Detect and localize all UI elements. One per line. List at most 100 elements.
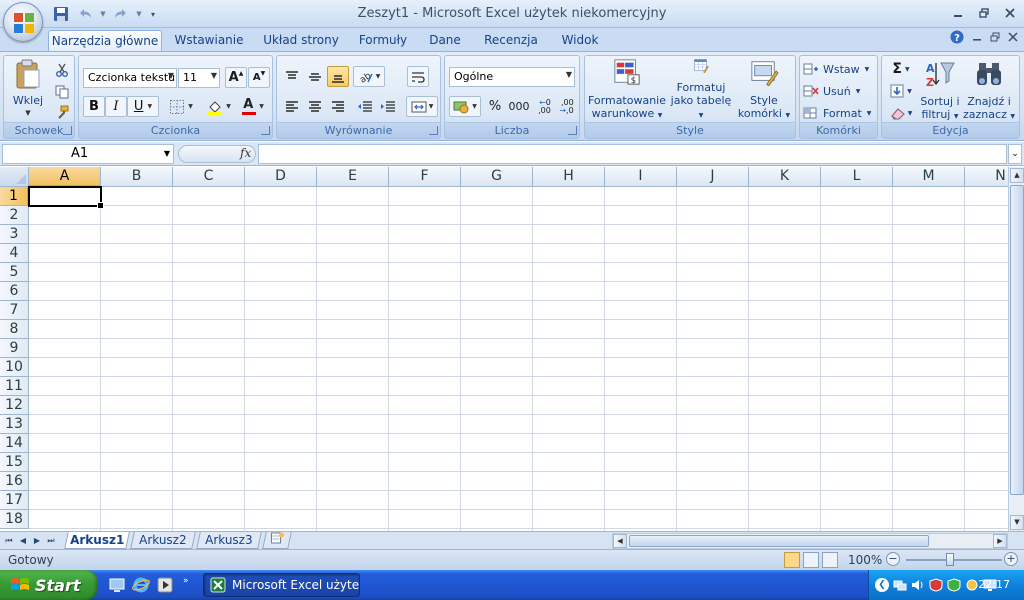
tab-insert[interactable]: Wstawianie xyxy=(170,30,248,52)
scroll-right-icon[interactable]: ▶ xyxy=(993,534,1007,548)
workbook-restore-icon[interactable] xyxy=(990,32,1000,42)
show-hidden-icons-icon[interactable]: ❮ xyxy=(875,578,889,592)
cell-styles-button[interactable]: Style komórki ▼ xyxy=(735,58,793,122)
column-header-d[interactable]: D xyxy=(245,167,317,187)
column-header-e[interactable]: E xyxy=(317,167,389,187)
scroll-left-icon[interactable]: ◀ xyxy=(613,534,627,548)
taskbar-excel-window[interactable]: Microsoft Excel użyte... xyxy=(203,573,360,597)
tab-page-layout[interactable]: Układ strony xyxy=(258,30,344,52)
column-header-a[interactable]: A xyxy=(29,167,101,187)
next-sheet-icon[interactable]: ▶ xyxy=(31,534,43,547)
orientation-button[interactable]: ab ▼ xyxy=(353,66,385,87)
borders-button[interactable]: ▼ xyxy=(165,96,197,117)
align-left-button[interactable] xyxy=(281,96,303,117)
column-header-i[interactable]: I xyxy=(605,167,677,187)
zoom-level[interactable]: 100% xyxy=(848,553,882,567)
find-select-button[interactable]: Znajdź i zaznacz ▼ xyxy=(962,58,1016,124)
cut-button[interactable] xyxy=(52,60,72,80)
row-header-16[interactable]: 16 xyxy=(0,472,29,491)
workbook-close-icon[interactable] xyxy=(1008,32,1018,42)
wrap-text-button[interactable] xyxy=(407,66,429,87)
formula-input[interactable] xyxy=(258,144,1007,164)
clear-button[interactable]: ▼ xyxy=(886,103,916,123)
clipboard-dialog-launcher[interactable] xyxy=(63,126,72,135)
delete-cells-button[interactable]: Usuń ▼ xyxy=(803,81,876,101)
row-header-1[interactable]: 1 xyxy=(0,187,29,206)
tab-data[interactable]: Dane xyxy=(422,30,468,52)
shield-icon[interactable] xyxy=(947,578,961,592)
align-right-button[interactable] xyxy=(327,96,349,117)
row-header-7[interactable]: 7 xyxy=(0,301,29,320)
normal-view-icon[interactable] xyxy=(784,552,800,568)
align-bottom-button[interactable] xyxy=(327,66,349,87)
shrink-font-button[interactable]: A ▼ xyxy=(248,67,270,88)
prev-sheet-icon[interactable]: ◀ xyxy=(17,534,29,547)
row-header-15[interactable]: 15 xyxy=(0,453,29,472)
fill-button[interactable]: ▼ xyxy=(886,81,916,101)
column-header-m[interactable]: M xyxy=(893,167,965,187)
bold-button[interactable]: B xyxy=(83,96,105,117)
row-header-9[interactable]: 9 xyxy=(0,339,29,358)
name-box[interactable]: A1 ▼ xyxy=(2,144,174,164)
horizontal-scroll-thumb[interactable] xyxy=(629,535,929,547)
tab-view[interactable]: Widok xyxy=(554,30,606,52)
sheet-tab-arkusz1[interactable]: Arkusz1 xyxy=(64,532,130,549)
scroll-down-icon[interactable]: ▼ xyxy=(1010,515,1024,530)
zoom-out-icon[interactable]: − xyxy=(886,552,900,566)
number-dialog-launcher[interactable] xyxy=(568,126,577,135)
sheet-tab-arkusz3[interactable]: Arkusz3 xyxy=(196,532,262,549)
active-cell-a1[interactable] xyxy=(28,186,104,209)
font-size-combo[interactable]: 11 ▼ xyxy=(178,68,220,88)
zoom-in-icon[interactable]: + xyxy=(1004,552,1018,566)
format-cells-button[interactable]: Format ▼ xyxy=(803,103,876,123)
row-header-14[interactable]: 14 xyxy=(0,434,29,453)
minimize-icon[interactable] xyxy=(948,4,968,22)
workbook-minimize-icon[interactable] xyxy=(972,32,982,42)
font-color-button[interactable]: A ▼ xyxy=(237,96,269,117)
column-header-b[interactable]: B xyxy=(101,167,173,187)
tab-review[interactable]: Recenzja xyxy=(478,30,544,52)
sort-filter-button[interactable]: AZ Sortuj i filtruj ▼ xyxy=(918,58,962,124)
close-icon[interactable] xyxy=(1000,4,1020,22)
zoom-slider-knob[interactable] xyxy=(946,553,954,566)
insert-sheet-button[interactable] xyxy=(262,532,292,549)
column-header-k[interactable]: K xyxy=(749,167,821,187)
security-alert-icon[interactable] xyxy=(929,578,943,592)
column-header-f[interactable]: F xyxy=(389,167,461,187)
media-player-icon[interactable] xyxy=(156,576,174,594)
merge-center-button[interactable]: ▼ xyxy=(406,96,438,117)
row-header-4[interactable]: 4 xyxy=(0,244,29,263)
network-icon[interactable] xyxy=(893,578,907,592)
internet-explorer-icon[interactable] xyxy=(132,576,150,594)
fill-color-button[interactable]: ▼ xyxy=(203,96,235,117)
underline-button[interactable]: U ▼ xyxy=(127,96,159,117)
restore-icon[interactable] xyxy=(974,4,994,22)
row-header-18[interactable]: 18 xyxy=(0,510,29,529)
column-header-n[interactable]: N xyxy=(965,167,1008,187)
format-as-table-button[interactable]: Formatuj jako tabelę ▼ xyxy=(667,58,735,122)
increase-indent-button[interactable] xyxy=(377,96,399,117)
select-all-button[interactable] xyxy=(0,167,29,187)
office-button[interactable] xyxy=(3,2,43,42)
row-header-13[interactable]: 13 xyxy=(0,415,29,434)
row-header-11[interactable]: 11 xyxy=(0,377,29,396)
increase-decimal-button[interactable]: ←0,00 xyxy=(534,96,555,117)
align-middle-button[interactable] xyxy=(304,66,326,87)
italic-button[interactable]: I xyxy=(105,96,127,117)
chevron-down-icon[interactable]: ▼ xyxy=(164,149,170,158)
row-header-10[interactable]: 10 xyxy=(0,358,29,377)
show-desktop-icon[interactable] xyxy=(108,576,126,594)
tab-formulas[interactable]: Formuły xyxy=(354,30,412,52)
decrease-indent-button[interactable] xyxy=(354,96,376,117)
insert-function-icon[interactable]: fx xyxy=(240,146,251,160)
row-header-6[interactable]: 6 xyxy=(0,282,29,301)
align-top-button[interactable] xyxy=(281,66,303,87)
row-header-8[interactable]: 8 xyxy=(0,320,29,339)
vertical-scroll-thumb[interactable] xyxy=(1010,185,1024,495)
accounting-format-button[interactable]: ▼ xyxy=(449,96,481,117)
format-painter-button[interactable] xyxy=(52,103,72,121)
alignment-dialog-launcher[interactable] xyxy=(429,126,438,135)
zoom-slider-track[interactable] xyxy=(906,559,1002,561)
sheet-tab-arkusz2[interactable]: Arkusz2 xyxy=(130,532,196,549)
font-name-combo[interactable]: Czcionka tekstu ▼ xyxy=(83,68,177,88)
